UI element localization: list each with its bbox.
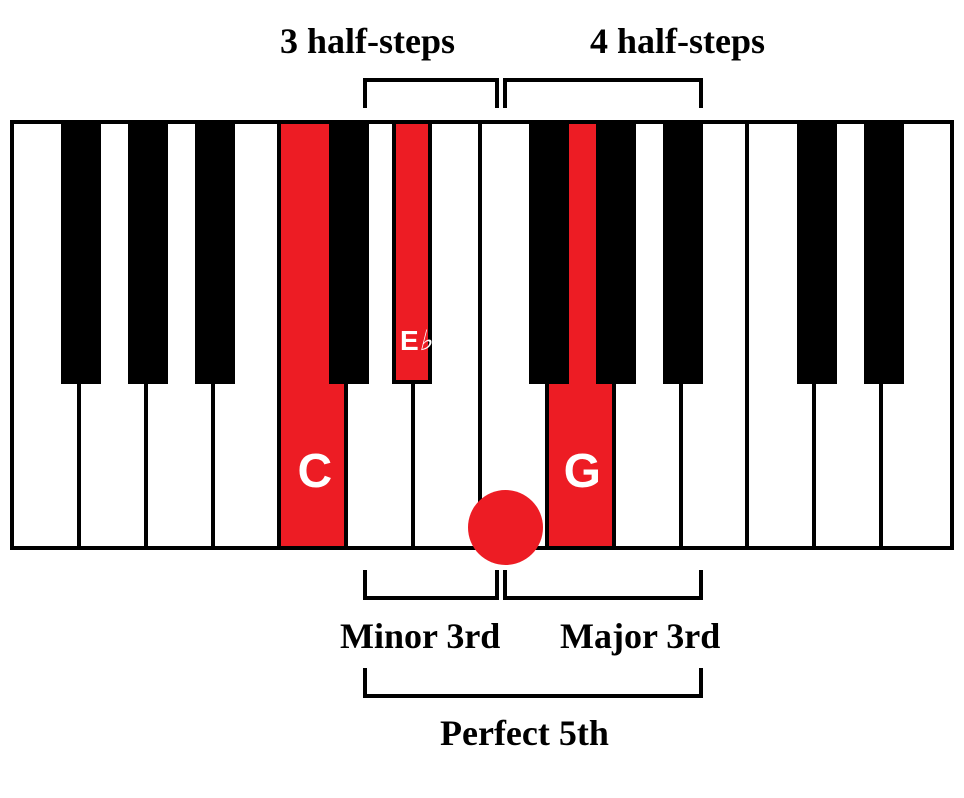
black-key-Gs4	[596, 124, 636, 384]
black-key-Gs3	[128, 124, 168, 384]
black-key-As3	[195, 124, 235, 384]
bottom-bracket-minor3rd	[363, 570, 499, 600]
black-key-As4	[663, 124, 703, 384]
key-label-eb: EbE♭	[392, 324, 440, 358]
interval-label-perfect5th: Perfect 5th	[440, 712, 609, 754]
interval-label-major3rd: Major 3rd	[560, 615, 720, 657]
bottom-bracket-major3rd	[503, 570, 703, 600]
black-key-Cs5	[797, 124, 837, 384]
top-bracket-minor3rd	[363, 78, 499, 108]
key-label-c: C	[281, 444, 348, 499]
black-key-Fs4	[529, 124, 569, 384]
black-key-Fs3	[61, 124, 101, 384]
interval-label-minor3rd: Minor 3rd	[340, 615, 500, 657]
black-key-Ds5	[864, 124, 904, 384]
accent-circle	[468, 490, 543, 565]
halfsteps-label-left: 3 half-steps	[280, 20, 455, 62]
bracket-perfect5th	[363, 668, 703, 698]
halfsteps-label-right: 4 half-steps	[590, 20, 765, 62]
top-bracket-major3rd	[503, 78, 703, 108]
piano-keyboard: C EbE♭ G	[10, 120, 954, 550]
black-key-Cs4	[329, 124, 369, 384]
key-label-g: G	[549, 444, 616, 499]
